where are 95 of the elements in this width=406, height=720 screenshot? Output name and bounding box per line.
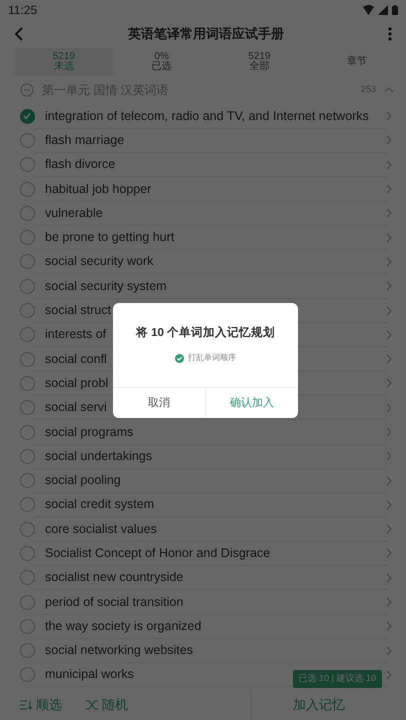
checkbox[interactable] xyxy=(20,473,35,488)
signal-icon xyxy=(378,5,388,15)
word-text[interactable]: period of social transition xyxy=(45,594,184,609)
status-time: 11:25 xyxy=(8,2,38,19)
collapse-icon[interactable] xyxy=(20,83,34,97)
word-text[interactable]: social probl xyxy=(45,376,108,390)
tab[interactable]: 5219 全部 xyxy=(210,48,308,76)
chevron-right-icon[interactable] xyxy=(386,621,392,632)
tab[interactable]: 0% 已选 xyxy=(112,48,210,76)
back-icon[interactable] xyxy=(14,27,24,41)
chevron-right-icon[interactable] xyxy=(386,135,392,146)
checkbox[interactable] xyxy=(20,643,35,658)
checkbox[interactable] xyxy=(20,303,35,318)
random-button[interactable]: 随机 xyxy=(86,695,128,715)
word-text[interactable]: social struct xyxy=(45,303,111,318)
word-text[interactable]: social servi xyxy=(45,400,107,414)
chevron-right-icon[interactable] xyxy=(386,330,392,340)
word-text[interactable]: social credit system xyxy=(45,497,154,512)
word-text[interactable]: Socialist Concept of Honor and Disgrace xyxy=(45,546,270,560)
checkbox[interactable] xyxy=(20,546,35,561)
word-text[interactable]: social programs xyxy=(45,424,134,439)
battery-icon xyxy=(392,5,398,15)
chevron-right-icon[interactable] xyxy=(386,597,392,608)
word-text[interactable]: socialist new countryside xyxy=(45,570,184,584)
caret-up-icon[interactable] xyxy=(384,87,394,93)
chevron-right-icon[interactable] xyxy=(386,476,392,486)
word-text[interactable]: the way society is organized xyxy=(45,618,202,633)
checkbox[interactable] xyxy=(20,522,35,537)
checkbox[interactable] xyxy=(20,157,35,172)
chevron-right-icon[interactable] xyxy=(386,354,392,364)
checkbox[interactable] xyxy=(20,594,35,610)
chevron-right-icon[interactable] xyxy=(386,427,392,437)
checkbox[interactable] xyxy=(20,132,35,148)
checkbox[interactable] xyxy=(20,497,35,512)
chevron-right-icon[interactable] xyxy=(386,402,392,413)
chevron-right-icon[interactable] xyxy=(386,111,392,122)
app-title: 英语笔译常用词语应试手册 xyxy=(128,25,284,44)
checkbox[interactable] xyxy=(175,354,184,363)
checkbox[interactable] xyxy=(20,448,35,464)
tab[interactable]: 章节 xyxy=(308,48,406,76)
checkbox[interactable] xyxy=(20,376,35,391)
checkbox[interactable] xyxy=(20,182,35,197)
wifi-icon xyxy=(363,5,374,15)
chevron-right-icon[interactable] xyxy=(386,208,392,218)
chevron-right-icon[interactable] xyxy=(386,232,392,243)
word-text[interactable]: flash divorce xyxy=(45,157,116,172)
chevron-right-icon[interactable] xyxy=(386,160,392,170)
checkbox[interactable] xyxy=(20,352,35,367)
chevron-right-icon[interactable] xyxy=(386,548,392,558)
word-text[interactable]: vulnerable xyxy=(45,206,103,220)
chevron-right-icon[interactable] xyxy=(386,524,392,534)
checkbox[interactable] xyxy=(20,400,35,416)
chevron-right-icon[interactable] xyxy=(386,184,392,194)
word-text[interactable]: integration of telecom, radio and TV, and Internet networks xyxy=(45,108,369,123)
checkbox[interactable] xyxy=(20,570,35,586)
word-text[interactable]: flash marriage xyxy=(45,132,124,147)
check-icon xyxy=(175,354,184,363)
word-text[interactable]: social security system xyxy=(45,278,167,293)
shuffle-icon xyxy=(86,700,98,710)
more-icon[interactable] xyxy=(388,27,392,41)
checkbox[interactable] xyxy=(20,618,35,634)
word-text[interactable]: social pooling xyxy=(45,473,121,488)
chevron-right-icon[interactable] xyxy=(386,256,392,267)
chevron-right-icon[interactable] xyxy=(386,500,392,510)
checkbox[interactable] xyxy=(20,230,35,246)
word-text[interactable]: core socialist values xyxy=(45,522,157,536)
word-text[interactable]: habitual job hopper xyxy=(45,182,152,196)
checkbox[interactable] xyxy=(20,206,35,221)
checkbox[interactable] xyxy=(20,254,35,270)
selection-count: 已选 10 | 建议选 10 xyxy=(292,670,382,688)
word-text[interactable]: be prone to getting hurt xyxy=(45,230,174,244)
word-text[interactable]: social networking websites xyxy=(45,643,193,658)
word-text[interactable]: social confl xyxy=(45,352,107,366)
sort-icon xyxy=(20,700,32,710)
order-button[interactable]: 顺选 xyxy=(20,695,62,715)
chevron-right-icon[interactable] xyxy=(386,451,392,462)
checkbox[interactable] xyxy=(20,667,35,682)
checkbox[interactable] xyxy=(20,108,35,124)
tab[interactable]: 5219 未选 xyxy=(15,48,113,76)
checkbox[interactable] xyxy=(20,327,35,342)
word-text[interactable]: interests of xyxy=(45,327,106,342)
chevron-right-icon[interactable] xyxy=(386,281,392,292)
chevron-right-icon[interactable] xyxy=(386,572,392,583)
word-text[interactable]: social undertakings xyxy=(45,448,152,463)
confirm-button[interactable]: 确认加入 xyxy=(205,388,298,418)
dialog-title: 将 10 个单词加入记忆规划 xyxy=(134,325,276,341)
word-text[interactable]: social security work xyxy=(45,254,154,268)
option-label: 打乱单词顺序 xyxy=(188,352,236,364)
word-text[interactable]: municipal works xyxy=(45,667,134,682)
chevron-right-icon[interactable] xyxy=(386,306,392,316)
chevron-right-icon[interactable] xyxy=(386,670,392,680)
chevron-right-icon[interactable] xyxy=(386,646,392,656)
checkbox[interactable] xyxy=(20,278,35,294)
chevron-right-icon[interactable] xyxy=(386,378,392,388)
checkbox[interactable] xyxy=(20,424,35,440)
